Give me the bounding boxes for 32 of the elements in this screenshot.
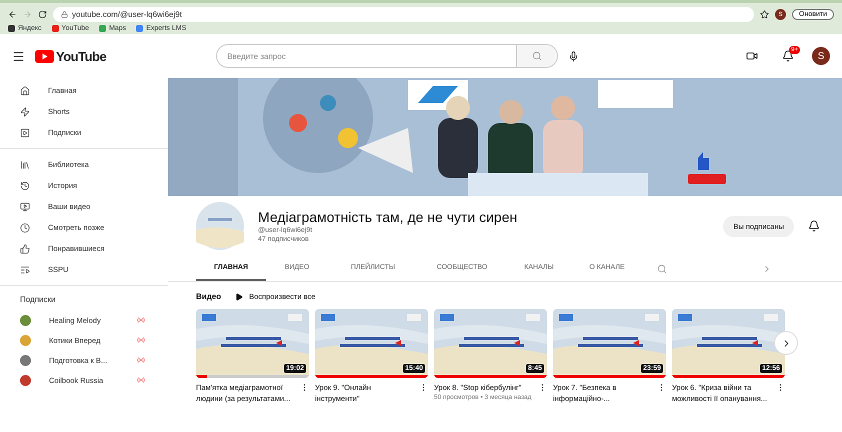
section-title: Подписки (19, 294, 56, 306)
search-field[interactable]: Введите запрос (216, 44, 558, 68)
menu-icon (12, 50, 25, 62)
notifications-icon (782, 50, 794, 62)
thumbs-up-icon (20, 244, 30, 254)
play-logo-icon (35, 50, 54, 62)
library-icon (20, 160, 30, 170)
play-icon (235, 292, 244, 300)
address-bar[interactable]: youtube.com/@user-lq6wi6ej9t (53, 7, 754, 22)
lock-icon (61, 11, 68, 18)
section-title: Видео (196, 292, 222, 301)
youtube-logo[interactable]: YouTube (35, 48, 106, 64)
home-icon (20, 86, 30, 96)
next-button[interactable] (774, 331, 798, 355)
account-avatar[interactable]: S (812, 47, 830, 65)
reload-icon (38, 10, 47, 19)
clock-icon (20, 222, 30, 232)
search-icon (657, 264, 667, 274)
forward-icon (23, 10, 32, 19)
channel-name: Медіаграмотність там, де не чути сирен (258, 209, 518, 225)
channel-avatar (196, 202, 244, 250)
subscriptions-icon (20, 128, 30, 138)
microphone-icon (568, 50, 580, 62)
back-icon (8, 10, 17, 19)
playlist-icon (20, 264, 30, 274)
star-icon (760, 10, 770, 19)
bell-icon (808, 220, 820, 232)
history-icon (20, 180, 30, 190)
search-icon (532, 51, 542, 61)
shorts-icon (20, 106, 30, 116)
video-icon (20, 202, 30, 212)
create-video-icon (746, 50, 758, 62)
